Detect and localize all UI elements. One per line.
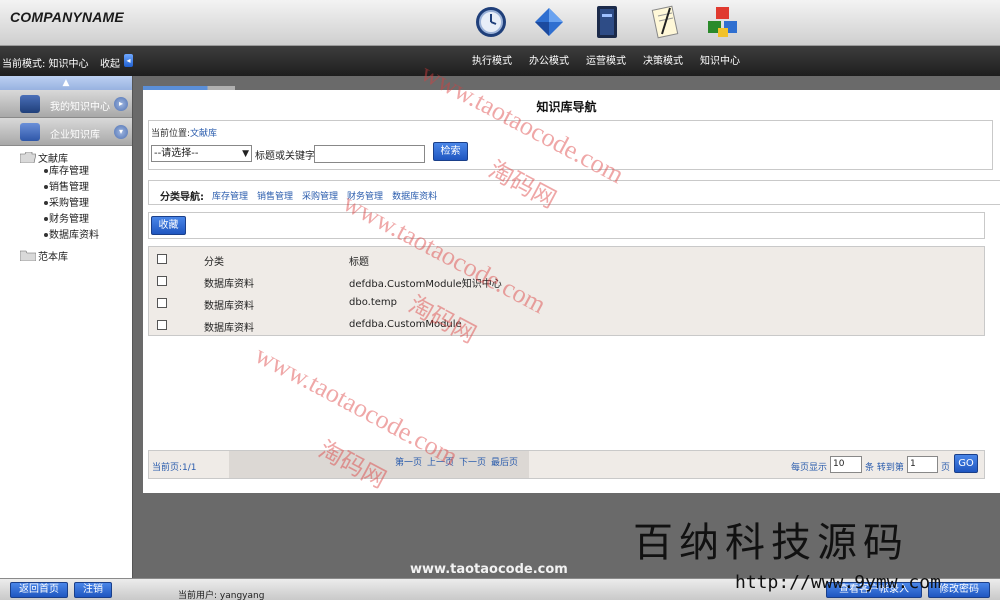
category-link-database[interactable]: 数据库资料: [392, 189, 437, 202]
search-button[interactable]: 检索: [433, 142, 468, 161]
table-header: 分类 标题: [149, 249, 986, 271]
tree-leaf-purchase[interactable]: 采购管理: [20, 196, 132, 212]
page-suffix: 页: [941, 463, 951, 473]
mode-tab-execute[interactable]: 执行模式: [472, 52, 529, 67]
sidebar-section-label: 企业知识库: [50, 130, 100, 141]
tree-leaf-database[interactable]: 数据库资料: [20, 228, 132, 244]
main-panel: 知识库导航 当前位置:文献库 --请选择-- ▼ 标题或关键字: 检索 分类导航…: [143, 90, 1000, 493]
diamond-icon[interactable]: [530, 2, 568, 42]
logout-button[interactable]: 注销: [74, 582, 112, 598]
chevron-down-icon: ▼: [242, 149, 249, 159]
pager-nav: 第一页 上一页 下一页 最后页: [395, 455, 518, 468]
row-category: 数据库资料: [204, 279, 254, 290]
pen-book-icon: [20, 123, 40, 141]
search-panel: 当前位置:文献库 --请选择-- ▼ 标题或关键字: 检索: [148, 120, 993, 170]
per-page-label: 每页显示: [791, 463, 828, 473]
folder-icon: [20, 250, 36, 261]
category-links: 库存管理 销售管理 采购管理 财务管理 数据库资料: [212, 189, 437, 202]
folder-open-icon: [20, 151, 36, 163]
mode-tab-decision[interactable]: 决策模式: [643, 52, 700, 67]
row-title[interactable]: dbo.temp: [349, 297, 397, 308]
keyword-label: 标题或关键字:: [255, 151, 319, 162]
row-checkbox[interactable]: [157, 298, 167, 308]
breadcrumb-label: 当前位置:: [151, 129, 191, 139]
table-row[interactable]: 数据库资料 defdba.CustomModule知识中心: [149, 271, 986, 293]
mode-bar: 当前模式: 知识中心 收起 ◂ 执行模式 办公模式 运营模式 决策模式 知识中心: [0, 46, 1000, 76]
keyword-input[interactable]: [314, 145, 425, 163]
mode-tab-knowledge[interactable]: 知识中心: [700, 52, 757, 67]
category-link-sales[interactable]: 销售管理: [257, 189, 293, 202]
results-table: 分类 标题 数据库资料 defdba.CustomModule知识中心 数据库资…: [148, 246, 985, 336]
home-button[interactable]: 返回首页: [10, 582, 68, 598]
tree-leaf-inventory[interactable]: 库存管理: [20, 164, 132, 180]
current-page-label: 当前页:1/1: [152, 463, 197, 473]
sidebar-scroll-up-icon[interactable]: ▲: [0, 76, 132, 90]
tree-node-literature[interactable]: 文献库: [20, 150, 132, 165]
site-watermark: www.taotaocode.com: [410, 562, 568, 577]
top-header: COMPANYNAME: [0, 0, 1000, 46]
go-button[interactable]: GO: [954, 454, 978, 473]
tree-leaf-sales[interactable]: 销售管理: [20, 180, 132, 196]
brand-watermark: 百纳科技源码: [633, 520, 909, 566]
row-checkbox[interactable]: [157, 276, 167, 286]
cubes-icon[interactable]: [704, 2, 742, 42]
per-page-input[interactable]: 10: [830, 456, 862, 473]
category-link-purchase[interactable]: 采购管理: [302, 189, 338, 202]
row-title[interactable]: defdba.CustomModule知识中心: [349, 275, 502, 290]
notepad-icon[interactable]: [646, 2, 684, 42]
breadcrumb-link[interactable]: 文献库: [190, 129, 217, 139]
book-icon[interactable]: [588, 2, 626, 42]
row-category: 数据库资料: [204, 301, 254, 312]
row-checkbox[interactable]: [157, 320, 167, 330]
brand-url-watermark: http://www.9ymw.com: [735, 572, 941, 593]
category-nav-label: 分类导航:: [160, 192, 204, 203]
sidebar: ▲ 我的知识中心 ▸ 企业知识库 ▾ 文献库 库存管理 销售管理 采购管理 财务…: [0, 76, 133, 578]
current-user-label: 当前用户: yangyang: [178, 591, 265, 600]
table-row[interactable]: 数据库资料 defdba.CustomModule: [149, 315, 986, 337]
tree-node-label: 文献库: [38, 153, 68, 165]
page-title: 知识库导航: [536, 100, 597, 114]
collapse-label[interactable]: 收起: [100, 55, 120, 70]
tree-leaf-finance[interactable]: 财务管理: [20, 212, 132, 228]
gear-shield-icon: [20, 95, 40, 113]
mode-tabs: 执行模式 办公模式 运营模式 决策模式 知识中心: [472, 52, 757, 67]
goto-label: 条 转到第: [865, 463, 904, 473]
column-header-title: 标题: [349, 257, 369, 268]
first-page-link[interactable]: 第一页: [395, 455, 422, 468]
mode-icons: [472, 2, 742, 42]
category-link-inventory[interactable]: 库存管理: [212, 189, 248, 202]
knowledge-tree: 文献库 库存管理 销售管理 采购管理 财务管理 数据库资料 范本库: [0, 146, 132, 263]
category-link-finance[interactable]: 财务管理: [347, 189, 383, 202]
current-mode-label: 当前模式: 知识中心: [2, 59, 89, 70]
mode-tab-operations[interactable]: 运营模式: [586, 52, 643, 67]
pagination: 当前页:1/1 第一页 上一页 下一页 最后页 每页显示 10 条 转到第 1 …: [148, 450, 985, 479]
goto-page-input[interactable]: 1: [907, 456, 938, 473]
column-header-category: 分类: [204, 257, 224, 268]
sidebar-section-my-knowledge[interactable]: 我的知识中心 ▸: [0, 90, 132, 118]
select-all-checkbox[interactable]: [157, 254, 167, 264]
chevron-down-icon[interactable]: ▾: [114, 125, 128, 139]
sidebar-section-enterprise-knowledge[interactable]: 企业知识库 ▾: [0, 118, 132, 146]
clock-icon[interactable]: [472, 2, 510, 42]
row-title[interactable]: defdba.CustomModule: [349, 319, 462, 330]
collapse-arrow-icon[interactable]: ◂: [124, 54, 133, 67]
favorite-button[interactable]: 收藏: [151, 216, 186, 235]
tree-node-label: 范本库: [38, 251, 68, 263]
mode-tab-office[interactable]: 办公模式: [529, 52, 586, 67]
row-category: 数据库资料: [204, 323, 254, 334]
category-nav: 分类导航: 库存管理 销售管理 采购管理 财务管理 数据库资料: [148, 180, 1000, 205]
chevron-right-icon[interactable]: ▸: [114, 97, 128, 111]
last-page-link[interactable]: 最后页: [491, 455, 518, 468]
tree-node-template[interactable]: 范本库: [20, 248, 132, 263]
category-select[interactable]: --请选择-- ▼: [151, 145, 252, 162]
company-logo: COMPANYNAME: [10, 9, 124, 25]
prev-page-link[interactable]: 上一页: [427, 455, 454, 468]
breadcrumb: 当前位置:文献库: [151, 126, 217, 139]
toolbar: 收藏: [148, 212, 985, 239]
table-row[interactable]: 数据库资料 dbo.temp: [149, 293, 986, 315]
sidebar-section-label: 我的知识中心: [50, 102, 110, 113]
next-page-link[interactable]: 下一页: [459, 455, 486, 468]
